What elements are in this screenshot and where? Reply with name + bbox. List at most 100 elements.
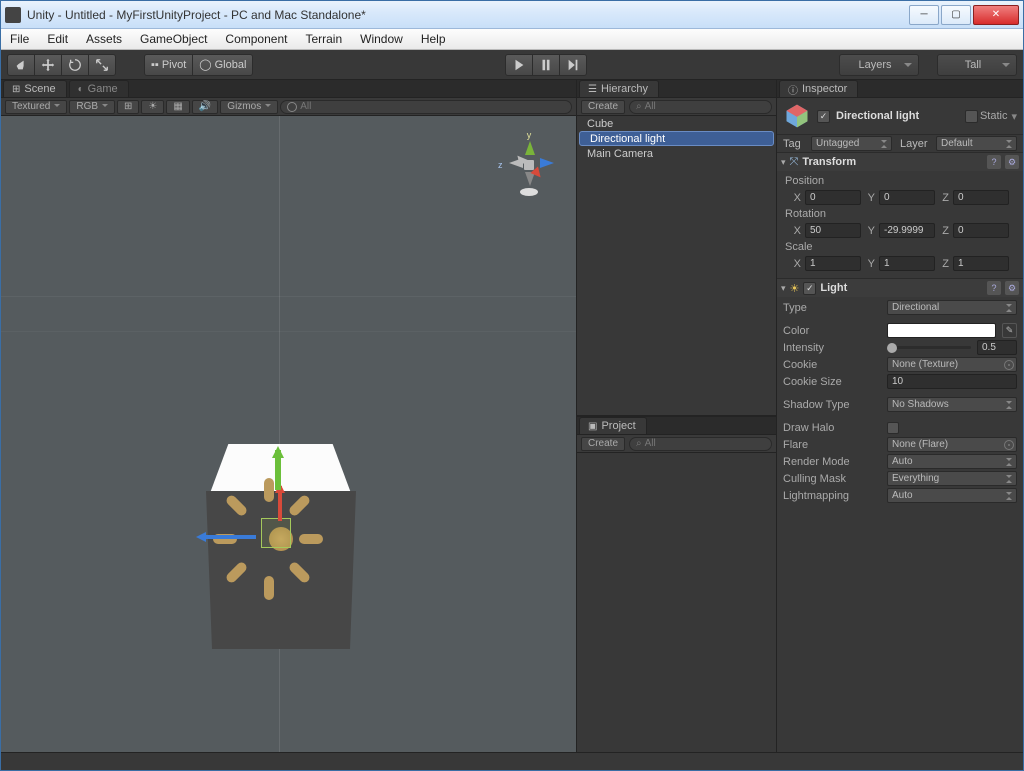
move-tool-button[interactable] <box>34 54 62 76</box>
project-list <box>577 453 776 752</box>
light-enabled-checkbox[interactable]: ✓ <box>803 282 816 295</box>
scale-tool-button[interactable] <box>88 54 116 76</box>
culling-mask-dropdown[interactable]: Everything <box>887 471 1017 486</box>
light-help-button[interactable]: ? <box>987 281 1001 295</box>
rotation-y-field[interactable]: -29.9999 <box>879 223 935 238</box>
transform-foldout-icon[interactable] <box>781 156 786 168</box>
render-mode-dropdown[interactable]: Auto <box>887 454 1017 469</box>
flare-field[interactable]: None (Flare) <box>887 437 1017 452</box>
cookie-field[interactable]: None (Texture) <box>887 357 1017 372</box>
play-controls <box>505 54 587 76</box>
tag-dropdown[interactable]: Untagged <box>811 136 892 151</box>
gizmo-z-cone[interactable] <box>540 158 559 168</box>
position-z-field[interactable]: 0 <box>953 190 1009 205</box>
hierarchy-create-dropdown[interactable]: Create <box>581 100 625 114</box>
menu-terrain[interactable]: Terrain <box>296 29 351 49</box>
transform-settings-button[interactable]: ⚙ <box>1005 155 1019 169</box>
layout-dropdown[interactable]: Tall <box>937 54 1017 76</box>
rotate-tool-button[interactable] <box>61 54 89 76</box>
hierarchy-list: Cube Directional light Main Camera <box>577 116 776 415</box>
light-type-dropdown[interactable]: Directional <box>887 300 1017 315</box>
hierarchy-item-cube[interactable]: Cube <box>577 116 776 131</box>
scale-label: Scale <box>783 239 1017 255</box>
close-button[interactable]: ✕ <box>973 5 1019 25</box>
gameobject-name-field[interactable]: Directional light <box>836 110 959 122</box>
intensity-slider[interactable] <box>887 346 971 349</box>
transform-help-button[interactable]: ? <box>987 155 1001 169</box>
shadow-type-dropdown[interactable]: No Shadows <box>887 397 1017 412</box>
scene-fx-toggle[interactable]: ▦ <box>166 100 189 114</box>
hierarchy-search[interactable]: ⌕All <box>629 100 772 114</box>
global-toggle[interactable]: ◯ Global <box>192 54 253 76</box>
layer-label: Layer <box>900 138 932 150</box>
menu-file[interactable]: File <box>1 29 38 49</box>
position-y-field[interactable]: 0 <box>879 190 935 205</box>
cookie-size-field[interactable]: 10 <box>887 374 1017 389</box>
position-x-field[interactable]: 0 <box>805 190 861 205</box>
game-icon: ◐ <box>78 84 84 95</box>
axis-x-handle[interactable] <box>278 486 282 521</box>
menu-help[interactable]: Help <box>412 29 455 49</box>
menu-edit[interactable]: Edit <box>38 29 77 49</box>
step-button[interactable] <box>559 54 587 76</box>
tab-project[interactable]: ▣Project <box>579 417 647 434</box>
tab-game[interactable]: ◐Game <box>69 80 129 97</box>
menu-window[interactable]: Window <box>351 29 412 49</box>
axis-z-handle[interactable] <box>201 535 256 539</box>
light-foldout-icon[interactable] <box>781 282 786 294</box>
scene-viewport[interactable]: y z <box>1 116 576 752</box>
scale-x-field[interactable]: 1 <box>805 256 861 271</box>
minimize-button[interactable]: ─ <box>909 5 939 25</box>
rotation-label: Rotation <box>783 206 1017 222</box>
maximize-button[interactable]: ▢ <box>941 5 971 25</box>
light-color-field[interactable] <box>887 323 996 338</box>
pivot-toggle[interactable]: ▪▪ Pivot <box>144 54 193 76</box>
scene-2d-toggle[interactable]: ⊞ <box>117 100 139 114</box>
inspector-panel: ✓ Directional light Static▾ Tag Untagged… <box>777 98 1023 752</box>
hierarchy-item-main-camera[interactable]: Main Camera <box>577 146 776 161</box>
menu-assets[interactable]: Assets <box>77 29 131 49</box>
layers-dropdown[interactable]: Layers <box>839 54 919 76</box>
color-picker-button[interactable]: ✎ <box>1002 323 1017 338</box>
project-create-dropdown[interactable]: Create <box>581 437 625 451</box>
pivot-global-group: ▪▪ Pivot ◯ Global <box>144 54 253 76</box>
draw-halo-checkbox[interactable] <box>887 422 899 434</box>
tab-scene[interactable]: ⊞Scene <box>3 80 67 97</box>
play-button[interactable] <box>505 54 533 76</box>
light-settings-button[interactable]: ⚙ <box>1005 281 1019 295</box>
axis-y-handle[interactable] <box>275 450 281 490</box>
menu-component[interactable]: Component <box>216 29 296 49</box>
static-checkbox[interactable] <box>965 110 978 123</box>
shading-mode-dropdown[interactable]: Textured <box>5 100 67 114</box>
hierarchy-item-directional-light[interactable]: Directional light <box>579 131 774 146</box>
scene-search[interactable]: All <box>280 100 572 114</box>
pause-button[interactable] <box>532 54 560 76</box>
gizmo-y-cone[interactable] <box>525 136 535 155</box>
static-dropdown-icon[interactable]: ▾ <box>1011 110 1017 123</box>
rotation-z-field[interactable]: 0 <box>953 223 1009 238</box>
menu-bar: File Edit Assets GameObject Component Te… <box>1 29 1023 50</box>
gameobject-enabled-checkbox[interactable]: ✓ <box>817 110 830 123</box>
inspector-icon: ⓘ <box>788 82 798 97</box>
tab-inspector[interactable]: ⓘInspector <box>779 80 858 97</box>
intensity-field[interactable]: 0.5 <box>977 340 1017 355</box>
scene-audio-toggle[interactable]: 🔊 <box>192 100 218 114</box>
status-bar <box>1 752 1023 770</box>
hand-tool-button[interactable] <box>7 54 35 76</box>
render-mode-dropdown[interactable]: RGB <box>69 100 115 114</box>
scale-y-field[interactable]: 1 <box>879 256 935 271</box>
app-icon <box>5 7 21 23</box>
scene-view-gizmo[interactable]: y z <box>496 132 560 196</box>
project-search[interactable]: ⌕All <box>629 437 772 451</box>
window-title: Unity - Untitled - MyFirstUnityProject -… <box>27 8 366 22</box>
project-icon: ▣ <box>588 421 597 432</box>
scale-z-field[interactable]: 1 <box>953 256 1009 271</box>
light-title: Light <box>820 282 983 294</box>
lightmapping-dropdown[interactable]: Auto <box>887 488 1017 503</box>
rotation-x-field[interactable]: 50 <box>805 223 861 238</box>
menu-gameobject[interactable]: GameObject <box>131 29 216 49</box>
scene-light-toggle[interactable]: ☀ <box>141 100 164 114</box>
tab-hierarchy[interactable]: ☰Hierarchy <box>579 80 659 97</box>
layer-dropdown[interactable]: Default <box>936 136 1017 151</box>
gizmos-dropdown[interactable]: Gizmos <box>220 100 278 114</box>
